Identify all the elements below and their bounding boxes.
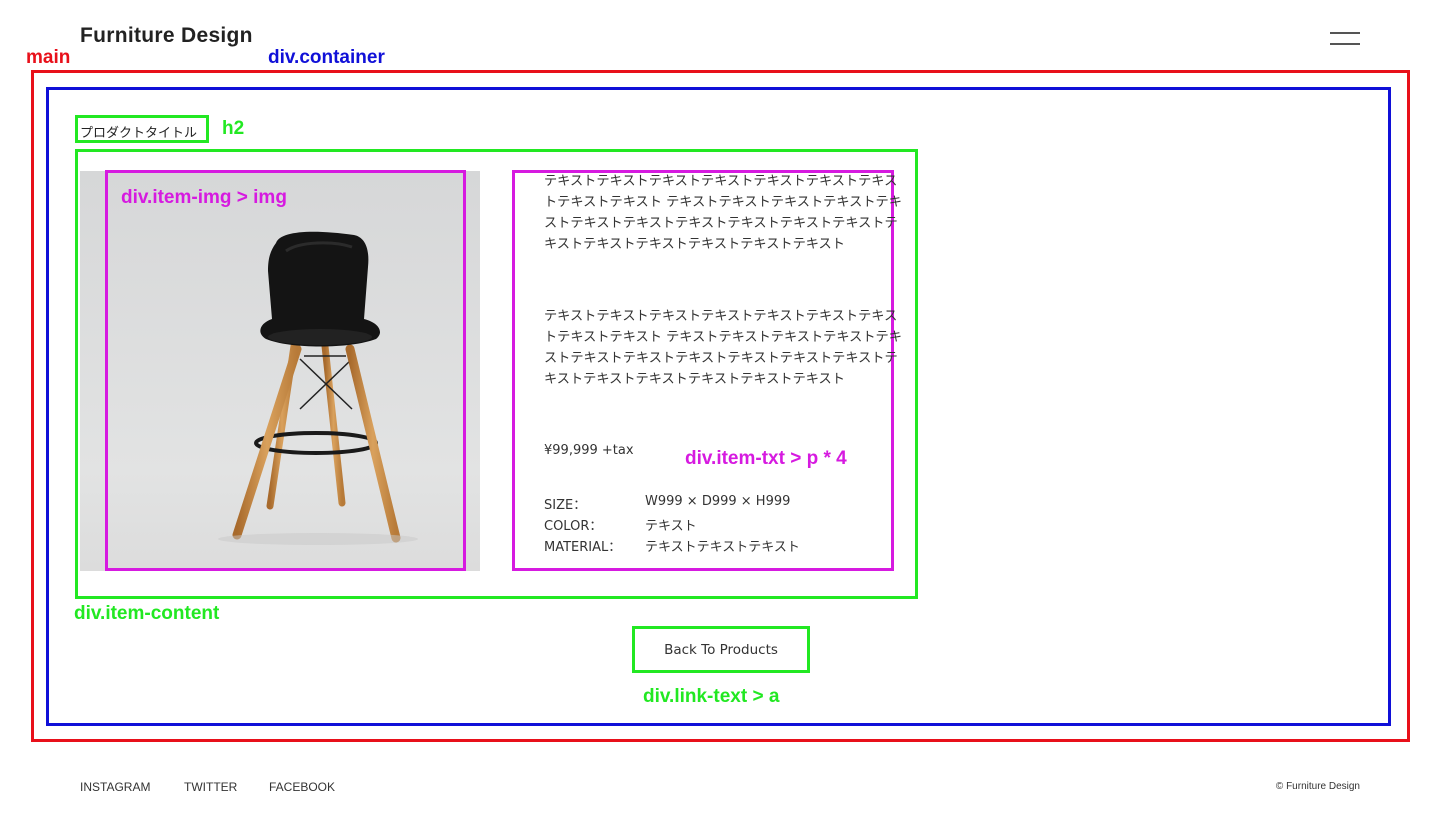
- back-to-products-link[interactable]: Back To Products: [633, 627, 809, 672]
- product-price: ¥99,999 +tax: [544, 443, 634, 458]
- item-txt-label: div.item-txt > p * 4: [685, 448, 847, 469]
- product-title: プロダクトタイトル: [80, 126, 198, 141]
- item-content-label: div.item-content: [74, 603, 220, 624]
- spec-size-value: W999 × D999 × H999: [645, 494, 791, 509]
- spec-color-value: テキスト: [645, 519, 697, 534]
- main-label: main: [26, 47, 71, 68]
- description-paragraph-2: テキストテキストテキストテキストテキストテキストテキストテキストテキスト テキス…: [544, 309, 902, 387]
- spec-material-key: MATERIAL：: [544, 540, 622, 555]
- hamburger-menu-icon[interactable]: [1330, 32, 1360, 46]
- site-title[interactable]: Furniture Design: [80, 24, 253, 48]
- spec-material-value: テキストテキストテキスト: [645, 540, 800, 555]
- description-paragraph-1: テキストテキストテキストテキストテキストテキストテキストテキストテキスト テキス…: [544, 174, 902, 252]
- h2-label: h2: [222, 118, 245, 139]
- menu-line-bottom: [1330, 43, 1360, 45]
- container-label: div.container: [268, 47, 385, 68]
- menu-line-top: [1330, 32, 1360, 34]
- item-img-label: div.item-img > img: [121, 187, 287, 208]
- copyright-text: © Furniture Design: [1275, 781, 1360, 792]
- spec-size-key: SIZE：: [544, 498, 587, 513]
- footer-link-instagram[interactable]: INSTAGRAM: [80, 780, 150, 794]
- item-img-outline: [105, 170, 466, 571]
- footer-link-twitter[interactable]: TWITTER: [184, 780, 237, 794]
- spec-color-key: COLOR：: [544, 519, 603, 534]
- footer-link-facebook[interactable]: FACEBOOK: [269, 780, 335, 794]
- link-text-label: div.link-text > a: [643, 686, 780, 707]
